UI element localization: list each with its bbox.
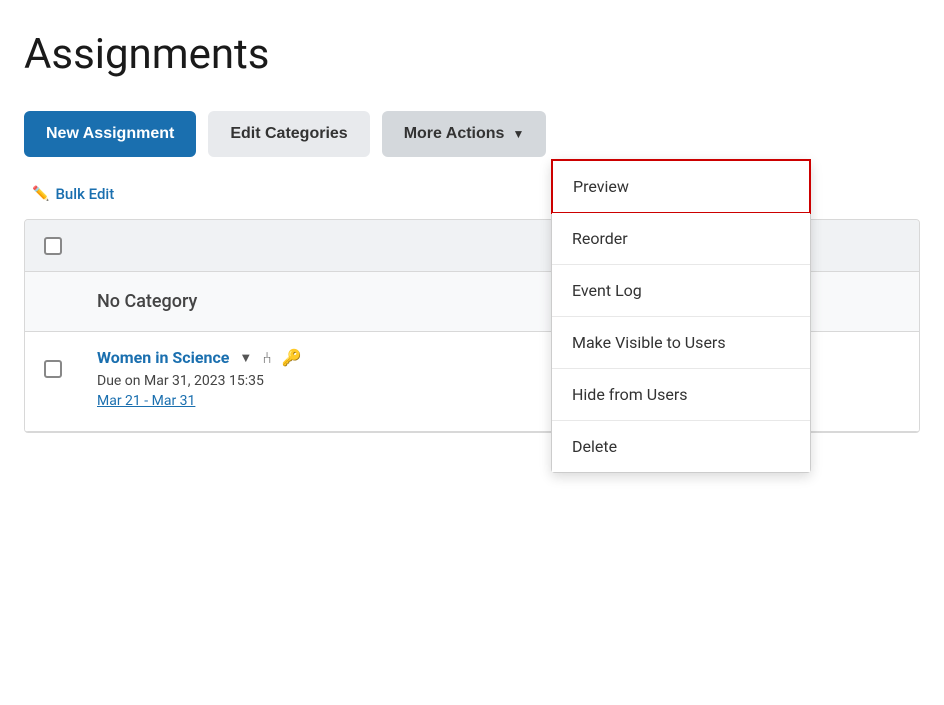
- more-actions-button[interactable]: More Actions ▼: [382, 111, 547, 157]
- assignment-expand-icon[interactable]: ▼: [239, 350, 252, 366]
- category-name: No Category: [97, 291, 197, 312]
- header-checkbox-cell: [25, 225, 81, 267]
- assignment-title[interactable]: Women in Science: [97, 348, 229, 367]
- dropdown-item-reorder[interactable]: Reorder: [552, 213, 810, 265]
- dropdown-item-hide[interactable]: Hide from Users: [552, 369, 810, 421]
- assignment-checkbox-cell: [25, 348, 81, 390]
- page-title: Assignments: [24, 30, 920, 79]
- dropdown-item-delete[interactable]: Delete: [552, 421, 810, 472]
- new-assignment-button[interactable]: New Assignment: [24, 111, 196, 157]
- assignment-checkbox[interactable]: [44, 360, 62, 378]
- key-icon: 🔑: [282, 348, 302, 367]
- select-all-checkbox[interactable]: [44, 237, 62, 255]
- more-actions-label: More Actions: [404, 125, 505, 143]
- dropdown-item-preview[interactable]: Preview: [551, 159, 811, 214]
- edit-icon: ✏️: [32, 186, 49, 202]
- edit-categories-button[interactable]: Edit Categories: [208, 111, 369, 157]
- usb-icon: ⑃: [262, 348, 272, 367]
- more-actions-dropdown: Preview Reorder Event Log Make Visible t…: [551, 159, 811, 473]
- chevron-down-icon: ▼: [512, 127, 524, 141]
- toolbar: New Assignment Edit Categories More Acti…: [24, 111, 920, 157]
- category-checkbox-cell: [25, 290, 81, 314]
- dropdown-item-event-log[interactable]: Event Log: [552, 265, 810, 317]
- dropdown-item-make-visible[interactable]: Make Visible to Users: [552, 317, 810, 369]
- bulk-edit-link[interactable]: ✏️ Bulk Edit: [32, 185, 114, 203]
- page-container: Assignments New Assignment Edit Categori…: [0, 0, 944, 705]
- bulk-edit-label: Bulk Edit: [55, 185, 114, 203]
